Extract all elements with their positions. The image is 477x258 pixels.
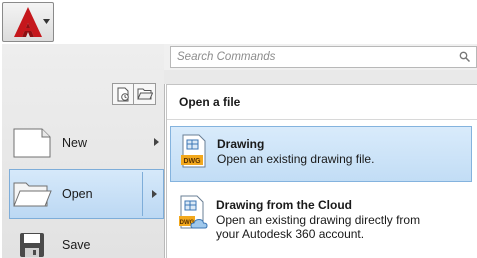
flyout-item-description: your Autodesk 360 account. bbox=[216, 227, 365, 241]
submenu-arrow-icon[interactable] bbox=[152, 190, 157, 198]
dwg-cloud-icon: DWG bbox=[170, 188, 216, 250]
menu-item-save[interactable]: Save bbox=[10, 220, 165, 258]
search-icon[interactable] bbox=[459, 51, 471, 65]
save-disk-icon bbox=[10, 231, 54, 258]
menu-item-new[interactable]: New bbox=[10, 118, 165, 168]
menu-item-open[interactable]: Open bbox=[9, 169, 164, 219]
flyout-item-drawing-from-cloud[interactable]: DWG Drawing from the Cloud Open an exist… bbox=[170, 188, 472, 250]
svg-text:DWG: DWG bbox=[183, 158, 201, 165]
search-commands-box[interactable] bbox=[170, 46, 477, 68]
separator-strip bbox=[164, 70, 477, 84]
flyout-item-title: Drawing bbox=[217, 137, 265, 151]
chevron-down-icon bbox=[43, 19, 50, 24]
flyout-item-title: Drawing from the Cloud bbox=[216, 198, 352, 212]
flyout-item-drawing[interactable]: DWG Drawing Open an existing drawing fil… bbox=[170, 126, 472, 182]
flyout-item-text: Drawing from the Cloud Open an existing … bbox=[216, 188, 420, 250]
view-toggle-group bbox=[112, 83, 156, 105]
open-flyout-panel: Open a file DWG Drawing Open an existing… bbox=[166, 84, 477, 258]
new-document-icon bbox=[10, 127, 54, 159]
submenu-divider bbox=[142, 172, 143, 216]
flyout-item-description: Open an existing drawing directly from bbox=[216, 213, 421, 227]
application-menu-button[interactable] bbox=[2, 2, 54, 42]
flyout-item-text: Drawing Open an existing drawing file. bbox=[217, 127, 374, 181]
open-documents-icon[interactable] bbox=[134, 83, 156, 105]
menu-item-label: Save bbox=[62, 238, 91, 252]
flyout-item-description: Open an existing drawing file. bbox=[217, 152, 375, 166]
menu-item-label: Open bbox=[62, 187, 93, 201]
dwg-file-icon: DWG bbox=[171, 127, 217, 181]
flyout-header: Open a file bbox=[167, 85, 477, 120]
autocad-logo-icon bbox=[13, 6, 43, 38]
recent-documents-icon[interactable] bbox=[112, 83, 134, 105]
search-input[interactable] bbox=[177, 51, 457, 63]
submenu-arrow-icon bbox=[154, 138, 159, 146]
open-folder-icon bbox=[10, 179, 54, 209]
menu-item-label: New bbox=[62, 136, 88, 150]
